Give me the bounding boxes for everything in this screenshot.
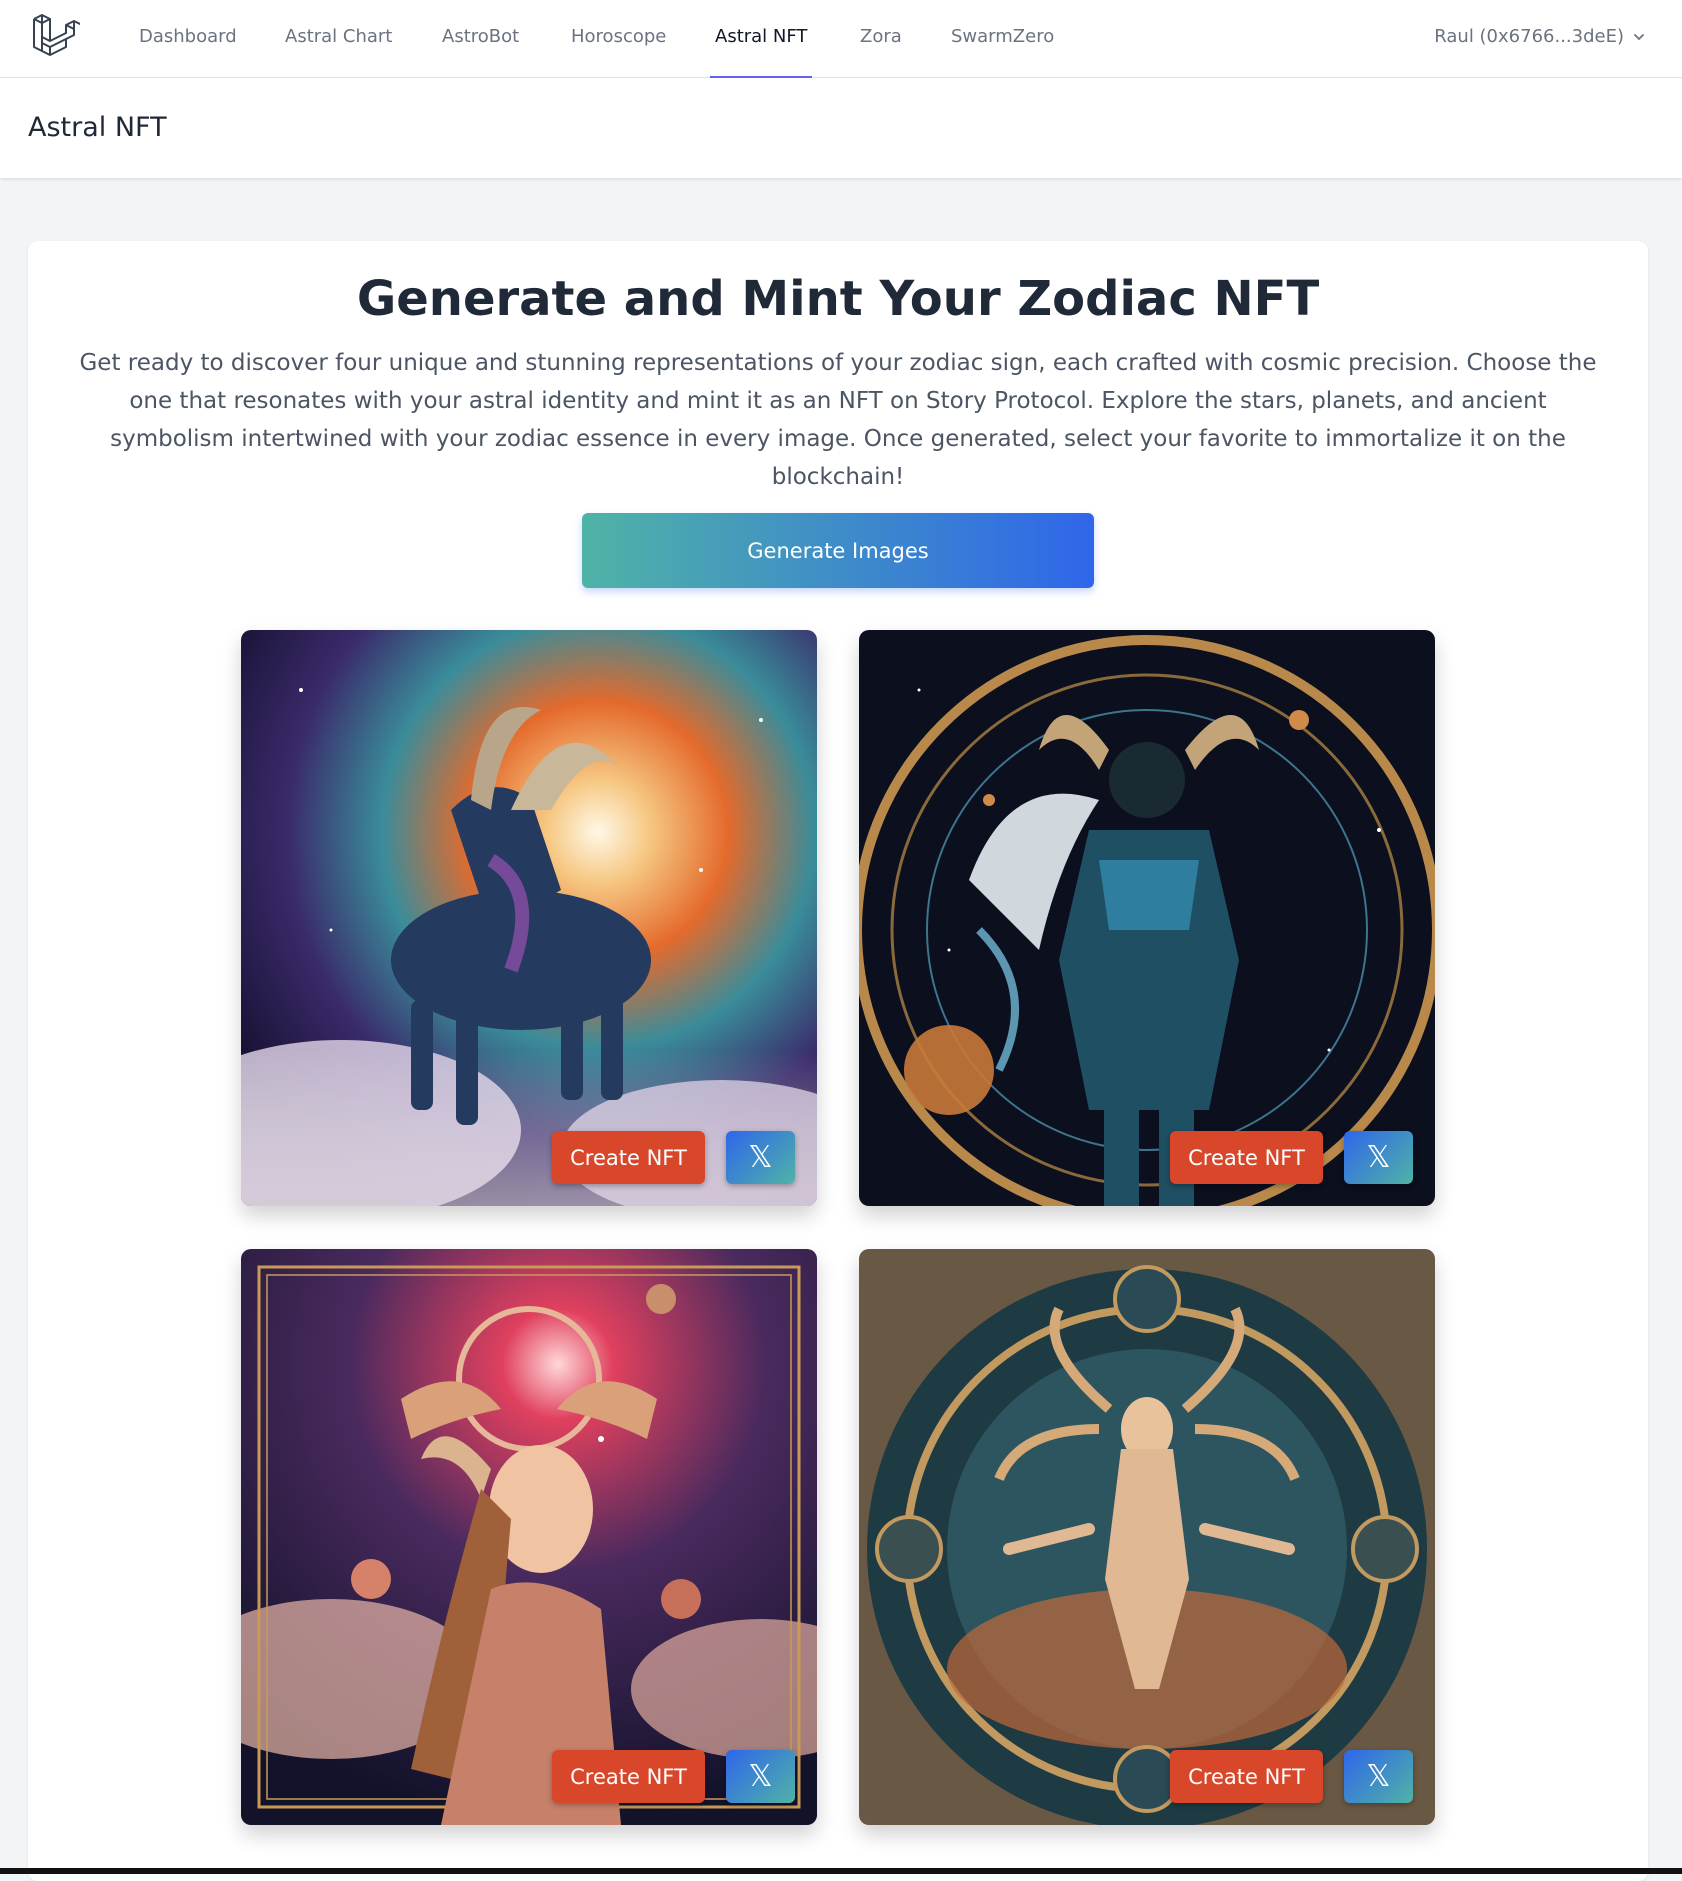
page-title: Astral NFT [28, 112, 167, 143]
nft-generator-card: Generate and Mint Your Zodiac NFT Get re… [28, 241, 1648, 1881]
x-logo-icon: 𝕏 [1366, 1140, 1391, 1175]
create-nft-button-4[interactable]: Create NFT [1170, 1750, 1323, 1803]
nft-image-card-4: Create NFT 𝕏 [859, 1249, 1435, 1825]
zodiac-goddess-circle-image[interactable] [859, 1249, 1435, 1825]
user-name: Raul (0x6766...3deE) [1434, 26, 1624, 47]
nav-item-swarmzero[interactable]: SwarmZero [951, 0, 1054, 78]
share-x-button-2[interactable]: 𝕏 [1344, 1131, 1413, 1184]
nav-item-astral-chart[interactable]: Astral Chart [285, 0, 392, 78]
x-logo-icon: 𝕏 [748, 1140, 773, 1175]
zodiac-goddess-horns-image[interactable] [241, 1249, 817, 1825]
nav-item-dashboard[interactable]: Dashboard [139, 0, 237, 78]
x-logo-icon: 𝕏 [748, 1759, 773, 1794]
main-heading: Generate and Mint Your Zodiac NFT [356, 271, 1320, 327]
nft-image-card-2: Create NFT 𝕏 [859, 630, 1435, 1206]
user-menu[interactable]: Raul (0x6766...3deE) [1434, 0, 1646, 74]
nav-item-horoscope[interactable]: Horoscope [571, 0, 666, 78]
intro-description: Get ready to discover four unique and st… [79, 350, 1597, 490]
share-x-button-1[interactable]: 𝕏 [726, 1131, 795, 1184]
x-logo-icon: 𝕏 [1366, 1759, 1391, 1794]
create-nft-button-3[interactable]: Create NFT [552, 1750, 705, 1803]
laravel-logo-icon[interactable] [30, 11, 80, 61]
zodiac-warrior-wheel-image[interactable] [859, 630, 1435, 1206]
share-x-button-4[interactable]: 𝕏 [1344, 1750, 1413, 1803]
generate-images-button[interactable]: Generate Images [582, 513, 1094, 588]
create-nft-button-1[interactable]: Create NFT [552, 1131, 705, 1184]
chevron-down-icon [1634, 34, 1644, 41]
create-nft-button-2[interactable]: Create NFT [1170, 1131, 1323, 1184]
nav-item-astral-nft[interactable]: Astral NFT [709, 0, 813, 78]
page-header: Astral NFT [0, 78, 1682, 178]
nft-image-card-1: Create NFT 𝕏 [241, 630, 817, 1206]
nft-image-card-3: Create NFT 𝕏 [241, 1249, 817, 1825]
share-x-button-3[interactable]: 𝕏 [726, 1750, 795, 1803]
top-navigation: Dashboard Astral Chart AstroBot Horoscop… [0, 0, 1682, 78]
window-bottom-edge [0, 1868, 1682, 1874]
nav-item-zora[interactable]: Zora [860, 0, 902, 78]
zodiac-ram-nebula-image[interactable] [241, 630, 817, 1206]
nav-item-astrobot[interactable]: AstroBot [442, 0, 519, 78]
